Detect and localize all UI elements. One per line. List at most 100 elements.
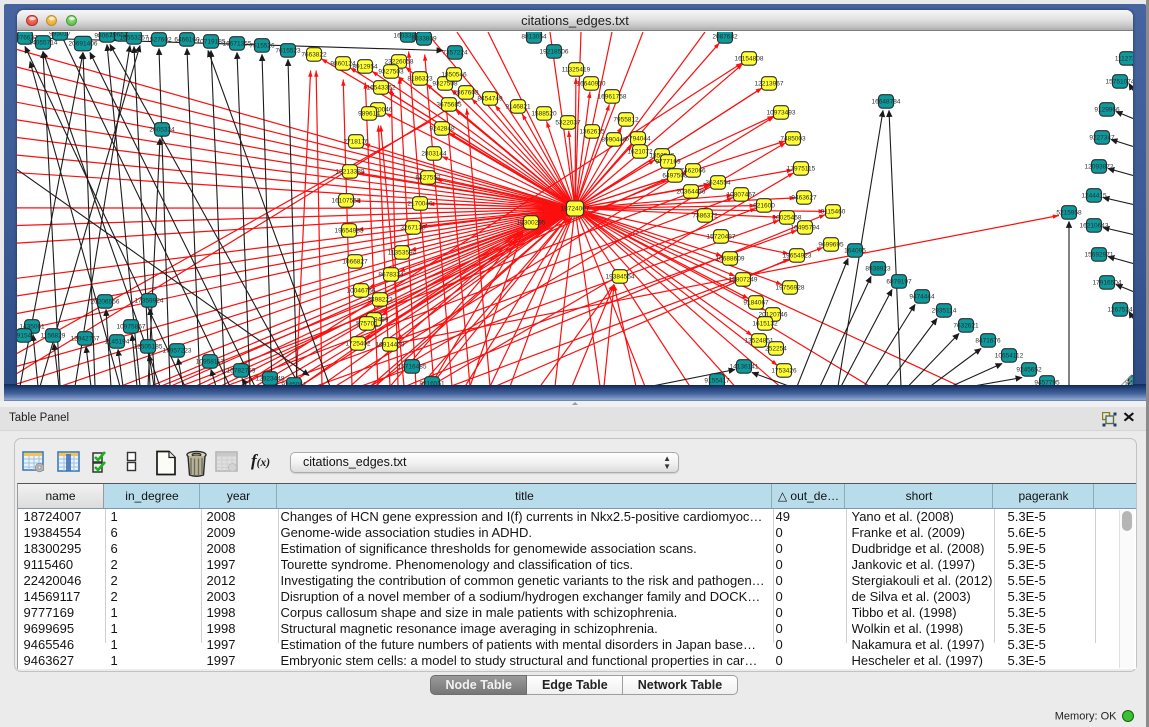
svg-text:7663822: 7663822 [301,51,327,58]
svg-text:9327503: 9327503 [378,68,404,75]
svg-text:2803144: 2803144 [421,150,447,157]
svg-text:11353594: 11353594 [388,249,417,256]
svg-text:2087682: 2087682 [712,33,738,40]
svg-text:16648784: 16648784 [872,98,901,105]
svg-text:2718176: 2718176 [343,138,369,145]
svg-text:2170046: 2170046 [407,200,433,207]
svg-text:16154808: 16154808 [735,55,764,62]
svg-text:3498222: 3498222 [367,296,393,303]
svg-text:1066827: 1066827 [342,258,368,265]
svg-text:8454749: 8454749 [477,95,503,102]
svg-text:10719185: 10719185 [197,38,226,45]
svg-text:10958117: 10958117 [196,358,225,365]
svg-text:12213389: 12213389 [336,168,365,175]
svg-text:5215958: 5215958 [1056,209,1082,216]
svg-text:1156829: 1156829 [41,332,66,339]
svg-text:2867608: 2867608 [453,89,479,96]
svg-text:7462066: 7462066 [680,167,706,174]
svg-text:16782759: 16782759 [227,367,256,374]
svg-text:164095: 164095 [844,247,866,254]
svg-text:9146821: 9146821 [505,103,531,110]
svg-text:7357224: 7357224 [442,49,468,56]
svg-text:8813054: 8813054 [521,33,547,40]
svg-text:1850546: 1850546 [441,71,467,78]
svg-text:8990448: 8990448 [601,136,627,143]
svg-text:20691406: 20691406 [69,40,98,47]
svg-text:12093872: 12093872 [1085,163,1114,170]
svg-text:19756928: 19756928 [776,284,805,291]
svg-text:391541: 391541 [17,332,35,339]
svg-text:18807249: 18807249 [729,276,758,283]
svg-text:8427552: 8427552 [415,174,441,181]
svg-text:10975867: 10975867 [117,323,146,330]
svg-text:8216551: 8216551 [419,380,445,384]
svg-text:5322037: 5322037 [555,119,581,126]
svg-text:1267534: 1267534 [1107,306,1133,313]
svg-text:1244415: 1244415 [1081,192,1107,199]
svg-text:9327508: 9327508 [432,80,458,87]
svg-text:7515526: 7515526 [249,42,275,49]
svg-text:17975115: 17975115 [787,165,816,172]
svg-text:7955812: 7955812 [613,116,639,123]
svg-text:8186323: 8186323 [407,75,433,82]
svg-text:7632621: 7632621 [953,322,979,329]
svg-text:15720487: 15720487 [707,233,736,240]
svg-text:10654112: 10654112 [995,352,1024,359]
svg-text:18724007: 18724007 [561,205,590,212]
svg-text:9115460: 9115460 [821,208,846,215]
svg-text:1588520: 1588520 [531,110,557,117]
svg-text:18300295: 18300295 [517,219,546,226]
svg-text:16671355: 16671355 [223,40,252,47]
svg-text:1753426: 1753426 [771,367,797,374]
svg-text:8471676: 8471676 [975,337,1001,344]
svg-text:16107553: 16107553 [332,197,361,204]
svg-text:8912954: 8912954 [352,63,378,70]
svg-text:1362615: 1362615 [579,128,605,135]
svg-text:9457795: 9457795 [1034,379,1060,384]
svg-text:621600: 621600 [753,202,775,209]
svg-text:1615132: 1615132 [752,320,778,327]
svg-text:10046766: 10046766 [347,287,376,294]
svg-text:10025458: 10025458 [773,214,802,221]
svg-text:989614: 989614 [358,110,380,117]
svg-text:1145194: 1145194 [105,338,130,345]
svg-text:9129966: 9129966 [1094,106,1120,113]
svg-text:17957223: 17957223 [163,347,192,354]
svg-text:16495794: 16495794 [791,224,820,231]
svg-text:3624554: 3624554 [705,179,731,186]
svg-text:8033809: 8033809 [411,35,437,42]
svg-text:1527602: 1527602 [146,36,172,43]
svg-text:9699695: 9699695 [818,241,844,248]
svg-text:3675685: 3675685 [436,101,462,108]
svg-text:19654983: 19654983 [335,227,364,234]
svg-text:995017: 995017 [49,32,71,38]
svg-text:9155417: 9155417 [704,377,730,384]
svg-text:15751074: 15751074 [1106,78,1133,85]
svg-text:15716485: 15716485 [398,363,427,370]
svg-text:1112735: 1112735 [1115,55,1133,62]
svg-text:14136141: 14136141 [730,363,759,370]
svg-text:7615523: 7615523 [275,47,301,54]
svg-text:16961758: 16961758 [598,93,627,100]
svg-text:19654923: 19654923 [783,252,812,259]
svg-text:20364436: 20364436 [677,188,706,195]
svg-text:9184067: 9184067 [743,299,769,306]
svg-text:8678334: 8678334 [378,271,404,278]
svg-text:12942757: 12942757 [71,335,100,342]
svg-text:1725402: 1725402 [345,340,371,347]
svg-text:16210643: 16210643 [1080,222,1109,229]
svg-text:16640910: 16640910 [577,80,606,87]
svg-text:10973493: 10973493 [767,109,796,116]
svg-text:12213967: 12213967 [755,80,784,87]
svg-text:9474444: 9474444 [909,293,935,300]
svg-text:7386372: 7386372 [692,212,718,219]
svg-text:7485003: 7485003 [780,135,806,142]
svg-text:2005334: 2005334 [149,126,175,133]
svg-text:20206556: 20206556 [91,298,120,305]
svg-text:17916504: 17916504 [1093,279,1122,286]
svg-text:19384554: 19384554 [606,273,635,280]
svg-text:9245061: 9245061 [281,381,307,384]
svg-text:14055714: 14055714 [29,39,58,46]
svg-text:9242848: 9242848 [429,125,455,132]
svg-text:10688609: 10688609 [716,255,745,262]
